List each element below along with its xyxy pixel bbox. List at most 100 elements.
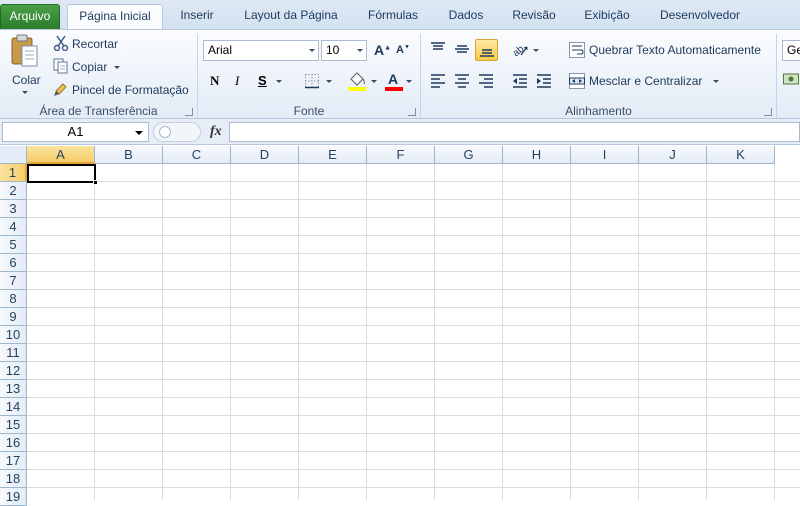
- font-size-combo[interactable]: 10: [321, 40, 367, 61]
- column-header-k[interactable]: K: [707, 146, 775, 164]
- number-format-value: Ge: [787, 43, 800, 57]
- tab-home[interactable]: Página Inicial: [67, 4, 163, 30]
- font-group-label: Fonte: [293, 104, 325, 118]
- column-header-a[interactable]: A: [27, 146, 95, 164]
- column-header-d[interactable]: D: [231, 146, 299, 164]
- insert-function-button[interactable]: fx: [210, 124, 222, 140]
- underline-button[interactable]: S: [254, 70, 284, 92]
- row-header-16[interactable]: 16: [0, 434, 27, 452]
- name-box-dropdown-caret[interactable]: [135, 131, 143, 135]
- active-cell-a1[interactable]: [27, 164, 96, 183]
- bold-button[interactable]: N: [206, 70, 224, 92]
- clipboard-group-label: Área de Transferência: [39, 104, 158, 118]
- ribbon-tab-strip: Arquivo Página Inicial Inserir Layout da…: [0, 0, 800, 30]
- paste-label: Colar: [12, 73, 41, 87]
- copy-button[interactable]: Copiar: [52, 56, 124, 78]
- font-size-value: 10: [326, 43, 340, 57]
- tab-review[interactable]: Revisão: [502, 4, 566, 29]
- number-format-combo[interactable]: Ge: [782, 40, 800, 61]
- name-box[interactable]: A1: [2, 122, 149, 142]
- formula-bar-expander[interactable]: [153, 122, 201, 142]
- font-color-dropdown-caret: [406, 80, 412, 83]
- row-header-10[interactable]: 10: [0, 326, 27, 344]
- tab-formulas[interactable]: Fórmulas: [356, 4, 430, 29]
- row-header-12[interactable]: 12: [0, 362, 27, 380]
- cut-label: Recortar: [72, 37, 119, 51]
- align-bottom-button[interactable]: [475, 39, 498, 61]
- cut-button[interactable]: Recortar: [52, 33, 124, 55]
- row-header-6[interactable]: 6: [0, 254, 27, 272]
- copy-dropdown-caret: [114, 66, 120, 69]
- column-header-g[interactable]: G: [435, 146, 503, 164]
- italic-button[interactable]: I: [230, 70, 248, 92]
- row-header-4[interactable]: 4: [0, 218, 27, 236]
- font-name-dropdown-caret[interactable]: [309, 49, 315, 52]
- column-header-h[interactable]: H: [503, 146, 571, 164]
- underline-label: S: [258, 73, 267, 88]
- text-orientation-icon: ab: [511, 43, 528, 57]
- alignment-dialog-launcher[interactable]: [764, 108, 772, 116]
- row-header-3[interactable]: 3: [0, 200, 27, 218]
- format-painter-button[interactable]: Pincel de Formatação: [52, 79, 192, 101]
- align-top-icon: [431, 42, 445, 50]
- row-header-14[interactable]: 14: [0, 398, 27, 416]
- row-header-2[interactable]: 2: [0, 182, 27, 200]
- tab-developer[interactable]: Desenvolvedor: [650, 4, 750, 29]
- ribbon: Colar Recortar Copiar Pincel de Formataç…: [0, 29, 800, 119]
- align-right-button[interactable]: [475, 70, 497, 92]
- column-header-i[interactable]: I: [571, 146, 639, 164]
- alignment-group: ab Quebrar Texto Automaticamente Mesclar…: [421, 30, 776, 120]
- wrap-text-button[interactable]: Quebrar Texto Automaticamente: [567, 39, 771, 61]
- fill-handle[interactable]: [93, 180, 98, 185]
- row-header-17[interactable]: 17: [0, 452, 27, 470]
- merge-center-label: Mesclar e Centralizar: [589, 74, 703, 88]
- tab-page-layout[interactable]: Layout da Página: [236, 4, 346, 29]
- row-header-1[interactable]: 1: [0, 164, 27, 182]
- merge-cells-icon: [569, 73, 585, 89]
- align-center-button[interactable]: [451, 70, 473, 92]
- tab-file[interactable]: Arquivo: [0, 4, 60, 29]
- grow-font-button[interactable]: A▲: [372, 40, 392, 62]
- tab-insert[interactable]: Inserir: [168, 4, 226, 29]
- paintbrush-icon: [54, 83, 67, 96]
- column-header-c[interactable]: C: [163, 146, 231, 164]
- column-header-b[interactable]: B: [95, 146, 163, 164]
- align-top-button[interactable]: [427, 39, 449, 61]
- tab-data[interactable]: Dados: [438, 4, 494, 29]
- column-header-f[interactable]: F: [367, 146, 435, 164]
- row-header-18[interactable]: 18: [0, 470, 27, 488]
- orientation-button[interactable]: ab: [509, 39, 541, 61]
- column-header-e[interactable]: E: [299, 146, 367, 164]
- paste-button[interactable]: Colar: [6, 33, 44, 99]
- row-header-7[interactable]: 7: [0, 272, 27, 290]
- align-bottom-icon: [480, 49, 494, 57]
- row-header-11[interactable]: 11: [0, 344, 27, 362]
- merge-center-button[interactable]: Mesclar e Centralizar: [567, 70, 727, 92]
- row-header-5[interactable]: 5: [0, 236, 27, 254]
- row-header-9[interactable]: 9: [0, 308, 27, 326]
- font-dialog-launcher[interactable]: [408, 108, 416, 116]
- borders-button[interactable]: [302, 70, 336, 92]
- column-header-j[interactable]: J: [639, 146, 707, 164]
- font-color-button[interactable]: A: [384, 70, 414, 92]
- shrink-font-button[interactable]: A▼: [394, 40, 414, 62]
- align-middle-button[interactable]: [451, 39, 473, 61]
- align-center-icon: [455, 74, 469, 88]
- row-header-13[interactable]: 13: [0, 380, 27, 398]
- formula-input[interactable]: [229, 122, 800, 142]
- clipboard-dialog-launcher[interactable]: [185, 108, 193, 116]
- cell-grid[interactable]: [27, 164, 800, 500]
- fill-color-button[interactable]: [346, 70, 380, 92]
- decrease-indent-button[interactable]: [509, 70, 531, 92]
- select-all-corner[interactable]: [0, 146, 27, 164]
- wrap-text-label: Quebrar Texto Automaticamente: [589, 43, 761, 57]
- font-name-combo[interactable]: Arial: [203, 40, 319, 61]
- tab-view[interactable]: Exibição: [574, 4, 640, 29]
- row-header-15[interactable]: 15: [0, 416, 27, 434]
- align-left-button[interactable]: [427, 70, 449, 92]
- row-header-19[interactable]: 19: [0, 488, 27, 506]
- increase-indent-button[interactable]: [533, 70, 555, 92]
- row-header-8[interactable]: 8: [0, 290, 27, 308]
- font-size-dropdown-caret[interactable]: [357, 49, 363, 52]
- currency-format-icon[interactable]: [783, 71, 799, 87]
